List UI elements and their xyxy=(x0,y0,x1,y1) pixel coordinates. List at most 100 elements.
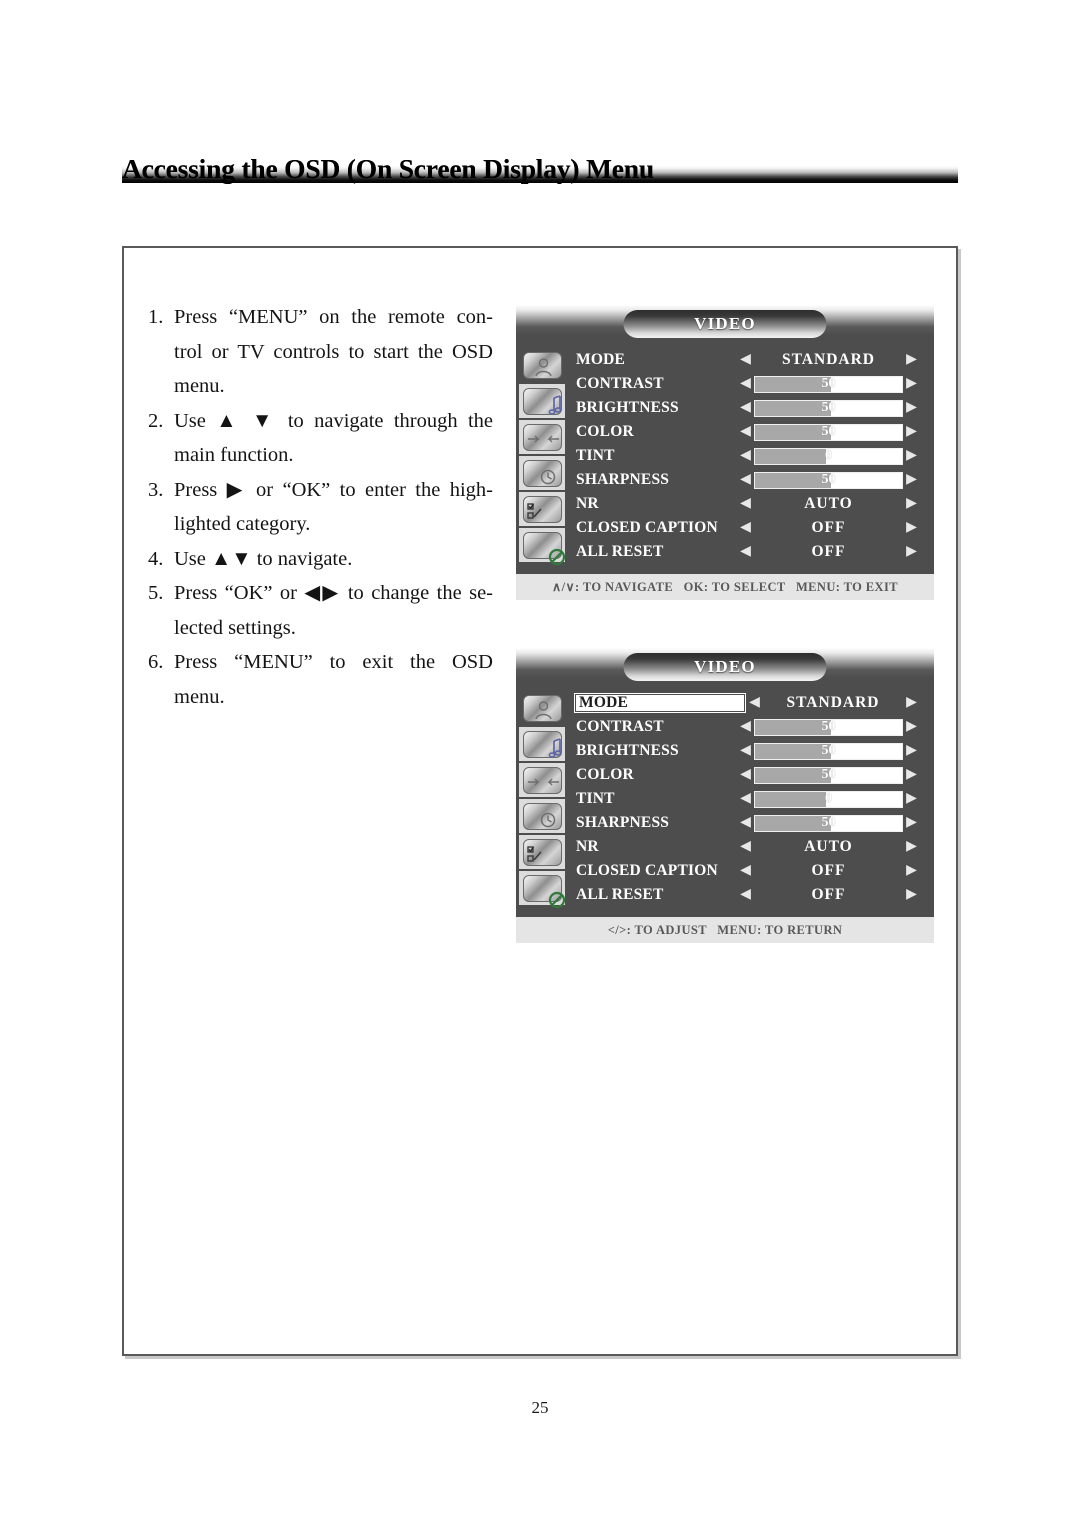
osd-menu-row[interactable]: COLOR ◀ 50 ▶ xyxy=(574,763,920,787)
osd-slider[interactable]: 50 xyxy=(754,766,903,784)
osd-slider[interactable]: 50 xyxy=(754,814,903,832)
step-number: 1. xyxy=(148,306,164,328)
osd-body: MODE ◀ STANDARD ▶ CONTRAST ◀ 50 ▶ BRIGHTNESS ◀ 50 ▶… xyxy=(516,335,934,574)
osd-sidebar-cell[interactable] xyxy=(519,456,565,490)
right-caret-icon[interactable]: ▶ xyxy=(903,888,920,902)
left-caret-icon[interactable]: ◀ xyxy=(737,720,754,734)
osd-menu-row[interactable]: TINT ◀ 0 ▶ xyxy=(574,787,920,811)
left-caret-icon[interactable]: ◀ xyxy=(737,792,754,806)
left-caret-icon[interactable]: ◀ xyxy=(737,449,754,463)
left-caret-icon[interactable]: ◀ xyxy=(737,840,754,854)
osd-slider[interactable]: 50 xyxy=(754,742,903,760)
osd-sidebar-cell[interactable] xyxy=(519,384,565,418)
step-body: Press “MENU” to exit the OSD menu. xyxy=(174,645,493,714)
left-caret-icon[interactable]: ◀ xyxy=(737,425,754,439)
osd-menu-row[interactable]: ALL RESET ◀ OFF ▶ xyxy=(574,540,920,564)
left-caret-icon[interactable]: ◀ xyxy=(737,497,754,511)
osd-menu-row[interactable]: CLOSED CAPTION ◀ OFF ▶ xyxy=(574,516,920,540)
osd-menu-row[interactable]: NR ◀ AUTO ▶ xyxy=(574,835,920,859)
osd-menu-row[interactable]: CONTRAST ◀ 50 ▶ xyxy=(574,372,920,396)
osd-sidebar-cell[interactable] xyxy=(519,727,565,761)
left-caret-icon[interactable]: ◀ xyxy=(737,521,754,535)
osd-sidebar xyxy=(516,348,566,565)
left-caret-icon[interactable]: ◀ xyxy=(737,473,754,487)
right-caret-icon[interactable]: ▶ xyxy=(903,473,920,487)
osd-menu-row[interactable]: BRIGHTNESS ◀ 50 ▶ xyxy=(574,739,920,763)
manual-page: Accessing the OSD (On Screen Display) Me… xyxy=(0,0,1080,1534)
step-body: Press “OK” or ◀▶ to change the se- lecte… xyxy=(174,576,493,645)
right-caret-icon[interactable]: ▶ xyxy=(903,401,920,415)
setup-icon xyxy=(522,838,562,866)
page-header: Accessing the OSD (On Screen Display) Me… xyxy=(122,145,958,187)
osd-slider[interactable]: 0 xyxy=(754,790,903,808)
right-caret-icon[interactable]: ▶ xyxy=(903,864,920,878)
left-caret-icon[interactable]: ◀ xyxy=(737,888,754,902)
right-caret-icon[interactable]: ▶ xyxy=(903,449,920,463)
osd-sidebar-cell[interactable] xyxy=(519,799,565,833)
osd-menu-row[interactable]: TINT ◀ 0 ▶ xyxy=(574,444,920,468)
left-caret-icon[interactable]: ◀ xyxy=(737,377,754,391)
osd-sidebar-cell[interactable] xyxy=(519,348,565,382)
osd-slider[interactable]: 50 xyxy=(754,399,903,417)
right-caret-icon[interactable]: ▶ xyxy=(903,792,920,806)
left-caret-icon[interactable]: ◀ xyxy=(737,401,754,415)
left-caret-icon[interactable]: ◀ xyxy=(737,816,754,830)
right-caret-icon[interactable]: ▶ xyxy=(903,521,920,535)
osd-menu-row[interactable]: MODE ◀ STANDARD ▶ xyxy=(574,691,920,715)
osd-menu-row[interactable]: CONTRAST ◀ 50 ▶ xyxy=(574,715,920,739)
right-caret-icon[interactable]: ▶ xyxy=(903,353,920,367)
osd-sidebar-cell[interactable] xyxy=(519,420,565,454)
osd-row-label: TINT xyxy=(576,447,615,464)
osd-sidebar-cell[interactable] xyxy=(519,691,565,725)
osd-slider-value: 50 xyxy=(821,424,836,439)
right-caret-icon[interactable]: ▶ xyxy=(903,768,920,782)
osd-menu-row[interactable]: MODE ◀ STANDARD ▶ xyxy=(574,348,920,372)
osd-row-value: AUTO xyxy=(804,495,853,512)
osd-slider[interactable]: 50 xyxy=(754,375,903,393)
osd-menu-row[interactable]: SHARPNESS ◀ 50 ▶ xyxy=(574,811,920,835)
right-caret-icon[interactable]: ▶ xyxy=(903,545,920,559)
left-caret-icon[interactable]: ◀ xyxy=(737,545,754,559)
osd-title-label: VIDEO xyxy=(694,657,756,676)
left-caret-icon[interactable]: ◀ xyxy=(737,864,754,878)
step-line: trol or TV controls to start the OSD xyxy=(174,340,493,363)
osd-menu-row[interactable]: CLOSED CAPTION ◀ OFF ▶ xyxy=(574,859,920,883)
right-caret-icon[interactable]: ▶ xyxy=(903,840,920,854)
right-caret-icon[interactable]: ▶ xyxy=(903,720,920,734)
list-item: 5. Press “OK” or ◀▶ to change the se- le… xyxy=(148,576,493,645)
right-caret-icon[interactable]: ▶ xyxy=(903,425,920,439)
osd-row-label: TINT xyxy=(576,790,615,807)
osd-menu-row[interactable]: COLOR ◀ 50 ▶ xyxy=(574,420,920,444)
right-caret-icon[interactable]: ▶ xyxy=(903,744,920,758)
right-caret-icon[interactable]: ▶ xyxy=(903,377,920,391)
osd-sidebar-cell[interactable] xyxy=(519,871,565,908)
osd-sidebar-cell[interactable] xyxy=(519,528,565,565)
osd-slider[interactable]: 50 xyxy=(754,718,903,736)
left-caret-icon[interactable]: ◀ xyxy=(737,768,754,782)
right-caret-icon[interactable]: ▶ xyxy=(903,816,920,830)
right-caret-icon[interactable]: ▶ xyxy=(903,497,920,511)
osd-row-list: MODE ◀ STANDARD ▶ CONTRAST ◀ 50 ▶ BRIGHTNESS ◀ 50 ▶… xyxy=(566,348,934,564)
osd-slider-value: 50 xyxy=(821,815,836,830)
osd-menu-row[interactable]: ALL RESET ◀ OFF ▶ xyxy=(574,883,920,907)
step-body: Use ▲▼ to navigate. xyxy=(174,542,493,577)
osd-menu-row[interactable]: SHARPNESS ◀ 50 ▶ xyxy=(574,468,920,492)
left-caret-icon[interactable]: ◀ xyxy=(737,744,754,758)
osd-sidebar-cell[interactable] xyxy=(519,492,565,526)
left-caret-icon[interactable]: ◀ xyxy=(737,353,754,367)
osd-panel-navigate[interactable]: VIDEO MODE ◀ STANDARD ▶ CONTRAST ◀ 50 ▶ BRIGHTNE… xyxy=(516,305,934,600)
osd-slider[interactable]: 0 xyxy=(754,447,903,465)
osd-sidebar-cell[interactable] xyxy=(519,835,565,869)
osd-slider[interactable]: 50 xyxy=(754,423,903,441)
osd-menu-row[interactable]: BRIGHTNESS ◀ 50 ▶ xyxy=(574,396,920,420)
osd-row-label: BRIGHTNESS xyxy=(576,399,679,416)
timer-icon xyxy=(522,802,562,830)
osd-sidebar-cell[interactable] xyxy=(519,763,565,797)
left-caret-icon[interactable]: ◀ xyxy=(746,696,763,710)
osd-slider-value: 0 xyxy=(825,791,832,806)
osd-row-label: MODE xyxy=(576,351,626,368)
osd-slider[interactable]: 50 xyxy=(754,471,903,489)
osd-panel-adjust[interactable]: VIDEO MODE ◀ STANDARD ▶ CONTRAST ◀ 50 ▶ BRIGHTNE… xyxy=(516,648,934,943)
osd-menu-row[interactable]: NR ◀ AUTO ▶ xyxy=(574,492,920,516)
right-caret-icon[interactable]: ▶ xyxy=(903,696,920,710)
